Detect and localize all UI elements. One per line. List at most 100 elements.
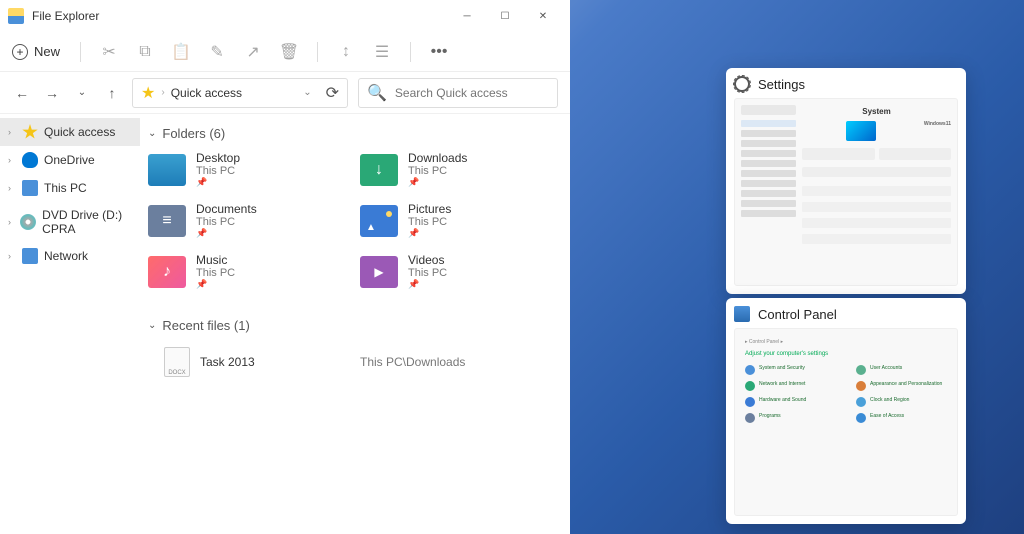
new-button[interactable]: + New (12, 44, 60, 60)
delete-icon[interactable]: 🗑 (281, 44, 297, 60)
file-explorer-icon (8, 8, 24, 24)
copy-icon[interactable]: ⧉ (137, 44, 153, 60)
share-icon[interactable]: ↗ (245, 44, 261, 60)
recent-section-header[interactable]: ⌄ Recent files (1) (148, 318, 562, 333)
separator (80, 42, 81, 62)
navigation-pane: › Quick access › OneDrive › This PC › DV… (0, 114, 140, 534)
sidebar-item-quick-access[interactable]: › Quick access (0, 118, 140, 146)
folder-desktop[interactable]: Desktop This PC 📌 (148, 151, 350, 188)
search-input[interactable] (395, 86, 550, 100)
chevron-down-icon: ⌄ (148, 320, 156, 331)
rename-icon[interactable]: ✎ (209, 44, 225, 60)
folder-downloads[interactable]: Downloads This PC 📌 (360, 151, 562, 188)
minimize-button[interactable]: ─ (448, 2, 486, 30)
recent-file-item[interactable]: DOCX Task 2013 This PC\Downloads (148, 343, 562, 381)
pictures-folder-icon (360, 205, 398, 237)
folders-section-header[interactable]: ⌄ Folders (6) (148, 126, 562, 141)
sidebar-item-dvd[interactable]: › DVD Drive (D:) CPRA (0, 202, 140, 242)
folder-location: This PC (408, 267, 447, 279)
music-folder-icon (148, 256, 186, 288)
folder-location: This PC (196, 267, 235, 279)
file-explorer-window: File Explorer ─ ☐ ✕ + New ✂ ⧉ 📋 ✎ ↗ 🗑 ↕ … (0, 0, 570, 534)
sidebar-label: DVD Drive (D:) CPRA (42, 208, 132, 236)
pin-icon: 📌 (408, 228, 451, 239)
folder-pictures[interactable]: Pictures This PC 📌 (360, 202, 562, 239)
sidebar-item-onedrive[interactable]: › OneDrive (0, 146, 140, 174)
up-button[interactable]: ↑ (102, 83, 122, 103)
view-icon[interactable]: ☰ (374, 44, 390, 60)
folder-name: Music (196, 253, 235, 267)
thumbnail-preview: ▸ Control Panel ▸ Adjust your computer's… (734, 328, 958, 516)
sidebar-item-this-pc[interactable]: › This PC (0, 174, 140, 202)
sidebar-label: This PC (44, 181, 87, 195)
chevron-down-icon[interactable]: ⌄ (303, 87, 311, 98)
address-bar[interactable]: ★ › Quick access ⌄ ⟳ (132, 78, 348, 108)
task-thumbnail-settings[interactable]: Settings System Windows11 (726, 68, 966, 294)
folder-name: Documents (196, 202, 257, 216)
forward-button[interactable]: → (42, 83, 62, 103)
chevron-icon: › (8, 251, 16, 261)
pin-icon: 📌 (408, 177, 467, 188)
navigation-bar: ← → ⌄ ↑ ★ › Quick access ⌄ ⟳ 🔍 (0, 72, 570, 114)
cp-heading: Adjust your computer's settings (745, 351, 947, 357)
folder-name: Videos (408, 253, 447, 267)
address-location: Quick access (171, 86, 242, 100)
close-button[interactable]: ✕ (524, 2, 562, 30)
downloads-folder-icon (360, 154, 398, 186)
pc-icon (22, 180, 38, 196)
search-box[interactable]: 🔍 (358, 78, 558, 108)
pin-icon: 📌 (196, 177, 240, 188)
document-icon: DOCX (164, 347, 190, 377)
pin-icon: 📌 (196, 228, 257, 239)
content-pane: ⌄ Folders (6) Desktop This PC 📌 Download… (140, 114, 570, 534)
sort-icon[interactable]: ↕ (338, 44, 354, 60)
search-icon: 🔍 (367, 83, 387, 103)
gear-icon (734, 76, 750, 92)
cut-icon[interactable]: ✂ (101, 44, 117, 60)
sidebar-label: Network (44, 249, 88, 263)
network-icon (22, 248, 38, 264)
paste-icon[interactable]: 📋 (173, 44, 189, 60)
folder-name: Pictures (408, 202, 451, 216)
pin-icon: 📌 (196, 279, 235, 290)
control-panel-icon (734, 306, 750, 322)
task-thumbnail-control-panel[interactable]: Control Panel ▸ Control Panel ▸ Adjust y… (726, 298, 966, 524)
recent-file-location: This PC\Downloads (360, 355, 465, 369)
cloud-icon (22, 152, 38, 168)
folder-videos[interactable]: Videos This PC 📌 (360, 253, 562, 290)
new-label: New (34, 44, 60, 59)
folder-location: This PC (196, 165, 240, 177)
chevron-icon: › (8, 127, 16, 137)
desktop-folder-icon (148, 154, 186, 186)
videos-folder-icon (360, 256, 398, 288)
star-icon (22, 124, 38, 140)
more-icon[interactable]: ••• (431, 44, 447, 60)
folder-location: This PC (408, 165, 467, 177)
folder-name: Desktop (196, 151, 240, 165)
chevron-icon: › (8, 155, 16, 165)
maximize-button[interactable]: ☐ (486, 2, 524, 30)
back-button[interactable]: ← (12, 83, 32, 103)
breadcrumb-sep: › (161, 87, 164, 98)
hero-image (846, 121, 876, 141)
folder-name: Downloads (408, 151, 467, 165)
recent-header-text: Recent files (1) (162, 318, 249, 333)
separator (410, 42, 411, 62)
plus-icon: + (12, 44, 28, 60)
system-heading: System (802, 107, 951, 116)
thumbnail-title: Settings (758, 77, 805, 92)
refresh-button[interactable]: ⟳ (326, 83, 339, 103)
titlebar[interactable]: File Explorer ─ ☐ ✕ (0, 0, 570, 32)
folder-documents[interactable]: Documents This PC 📌 (148, 202, 350, 239)
folder-location: This PC (408, 216, 451, 228)
thumbnail-preview: System Windows11 (734, 98, 958, 286)
window-title: File Explorer (32, 9, 448, 23)
toolbar: + New ✂ ⧉ 📋 ✎ ↗ 🗑 ↕ ☰ ••• (0, 32, 570, 72)
folder-music[interactable]: Music This PC 📌 (148, 253, 350, 290)
star-icon: ★ (141, 83, 155, 103)
recent-dropdown[interactable]: ⌄ (72, 83, 92, 103)
folder-location: This PC (196, 216, 257, 228)
sidebar-item-network[interactable]: › Network (0, 242, 140, 270)
sidebar-label: OneDrive (44, 153, 95, 167)
folders-header-text: Folders (6) (162, 126, 225, 141)
